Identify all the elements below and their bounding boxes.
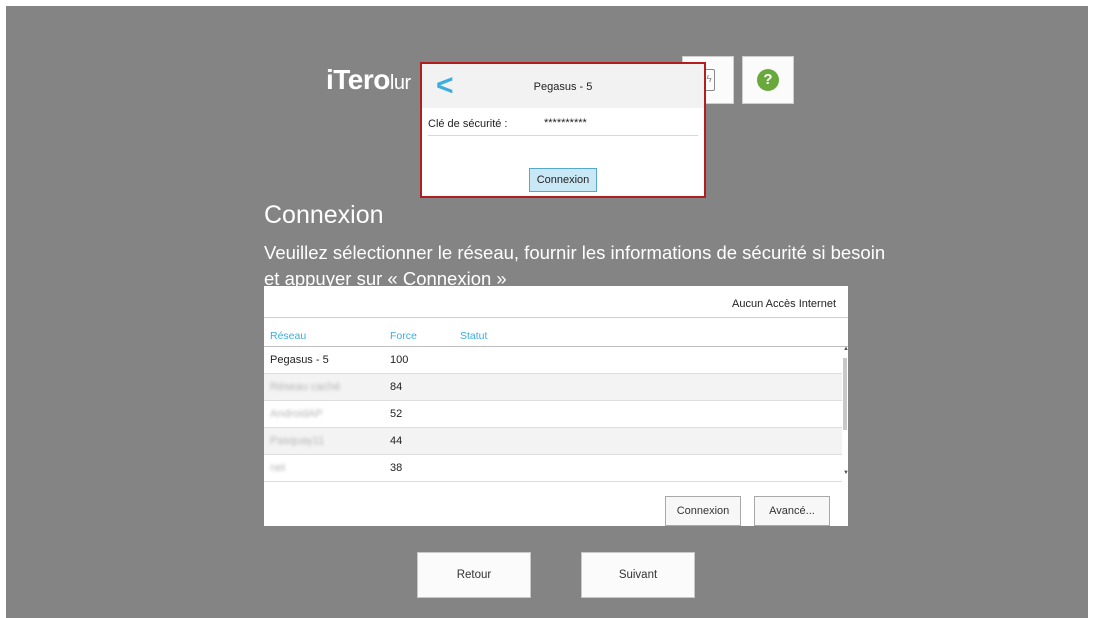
- logo-text: iTero: [326, 64, 390, 95]
- security-key-label: Clé de sécurité :: [428, 118, 508, 130]
- screen: iTerolur ϟ ? Connexion Veuillez sélectio…: [6, 6, 1088, 618]
- logo-suffix: lur: [389, 72, 411, 94]
- network-name: AndroidAP: [270, 408, 323, 420]
- network-row[interactable]: Pegasus - 5 100: [264, 347, 842, 374]
- network-strength: 44: [390, 435, 403, 447]
- question-icon: ?: [757, 69, 779, 91]
- scroll-down-icon[interactable]: ▼: [843, 470, 849, 476]
- page-subtitle: Veuillez sélectionner le réseau, fournir…: [264, 242, 886, 289]
- network-name: Réseau caché: [270, 381, 341, 393]
- scroll-thumb[interactable]: [843, 358, 847, 430]
- column-header-strength[interactable]: Force: [390, 330, 417, 342]
- network-strength: 38: [390, 462, 403, 474]
- network-strength: 84: [390, 381, 403, 393]
- security-key-popup: < Pegasus - 5 Clé de sécurité : ********…: [420, 62, 706, 198]
- network-panel: Aucun Accès Internet Réseau Force Statut…: [264, 286, 849, 526]
- column-header-status[interactable]: Statut: [460, 330, 487, 342]
- back-button[interactable]: Retour: [417, 552, 531, 598]
- network-row[interactable]: net 38: [264, 455, 842, 482]
- divider: [428, 135, 698, 136]
- network-name: Pasquay11: [270, 435, 325, 447]
- network-name: net: [270, 462, 286, 474]
- column-header-network[interactable]: Réseau: [270, 330, 306, 342]
- network-row[interactable]: Réseau caché 84: [264, 374, 842, 401]
- next-button[interactable]: Suivant: [581, 552, 695, 598]
- network-name: Pegasus - 5: [270, 354, 329, 366]
- help-button[interactable]: ?: [742, 56, 794, 104]
- popup-header: < Pegasus - 5: [422, 64, 704, 108]
- page-title: Connexion: [264, 201, 384, 229]
- itero-logo: iTerolur: [326, 64, 411, 96]
- divider: [264, 317, 848, 318]
- advanced-button[interactable]: Avancé...: [754, 496, 830, 526]
- network-row[interactable]: Pasquay11 44: [264, 428, 842, 455]
- network-list-scrollbar[interactable]: ▲ ▼: [842, 346, 849, 476]
- scroll-up-icon[interactable]: ▲: [843, 346, 849, 352]
- popup-network-name: Pegasus - 5: [533, 81, 593, 93]
- network-row[interactable]: AndroidAP 52: [264, 401, 842, 428]
- internet-status: Aucun Accès Internet: [732, 298, 836, 310]
- security-key-field[interactable]: **********: [544, 117, 587, 129]
- network-strength: 52: [390, 408, 403, 420]
- popup-connect-button[interactable]: Connexion: [529, 168, 597, 192]
- network-strength: 100: [390, 354, 409, 366]
- connect-button[interactable]: Connexion: [665, 496, 741, 526]
